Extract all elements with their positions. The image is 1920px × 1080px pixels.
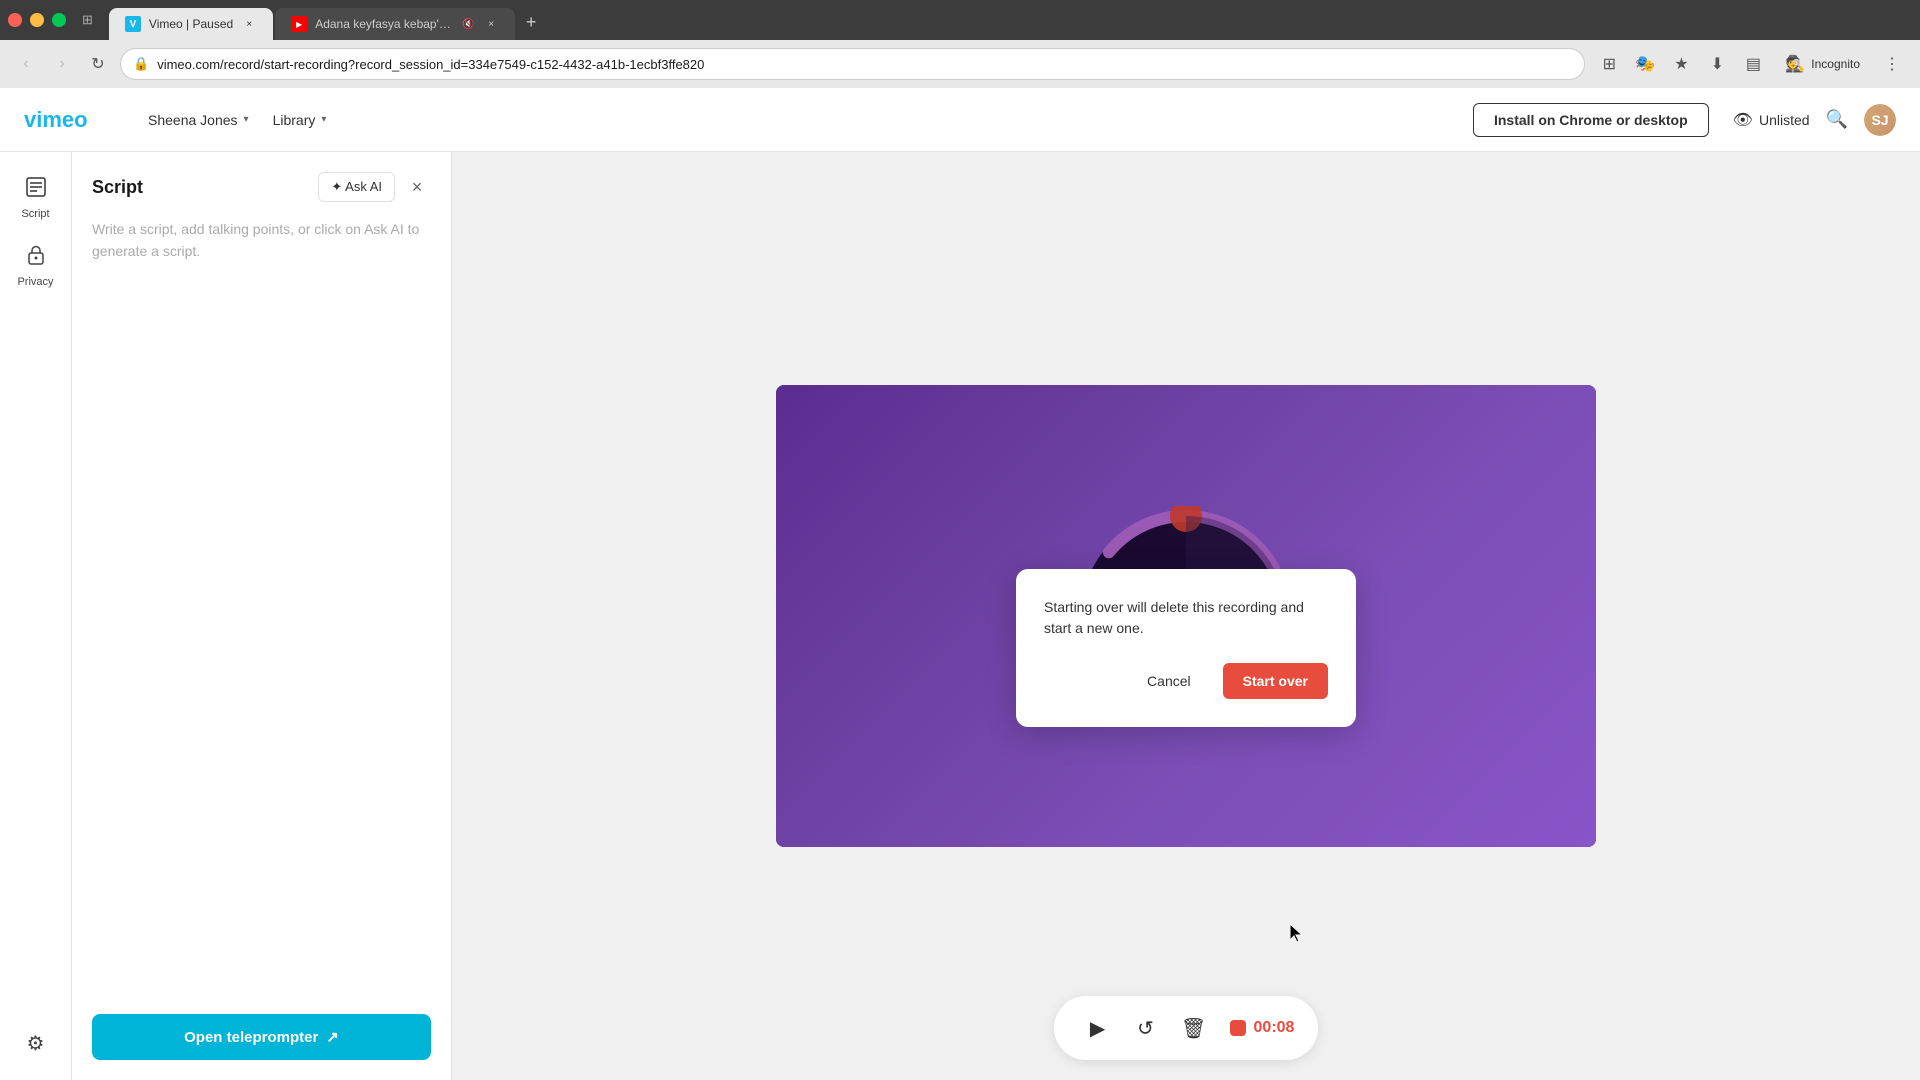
script-title: Script (92, 177, 143, 198)
recording-indicator: 00:08 (1230, 1019, 1295, 1037)
script-close-button[interactable]: × (403, 173, 431, 201)
unlisted-label: Unlisted (1759, 112, 1810, 128)
eye-off-icon: 👁 (1733, 110, 1753, 130)
user-nav-dropdown[interactable]: Sheena Jones ▾ (136, 104, 261, 136)
download-icon[interactable]: ⬇ (1701, 48, 1733, 80)
new-tab-button[interactable]: + (517, 8, 545, 36)
tab-vimeo-favicon: V (125, 16, 141, 32)
tab-adana-close[interactable]: × (483, 16, 499, 32)
forward-button[interactable]: › (48, 50, 76, 78)
script-icon (25, 176, 47, 204)
script-panel: Script ✦ Ask AI × Write a script, add ta… (72, 152, 452, 1080)
script-placeholder-text: Write a script, add talking points, or c… (92, 218, 431, 263)
library-nav-chevron-icon: ▾ (321, 114, 326, 125)
play-icon: ▶ (1090, 1016, 1105, 1041)
user-avatar[interactable]: SJ (1864, 104, 1896, 136)
app-header: vimeo Sheena Jones ▾ Library ▾ Install o… (0, 88, 1920, 152)
recording-dot (1230, 1020, 1246, 1036)
back-button[interactable]: ‹ (12, 50, 40, 78)
delete-button[interactable]: 🗑 (1174, 1008, 1214, 1048)
dialog-actions: Cancel Start over (1044, 663, 1328, 699)
tab-adana[interactable]: ▶ Adana keyfasya kebap'dan 🔇 × (275, 8, 515, 40)
user-name-label: Sheena Jones (148, 112, 238, 128)
sidebar-script-label: Script (21, 208, 49, 220)
url-text: vimeo.com/record/start-recording?record_… (157, 57, 1572, 72)
avatar-image: SJ (1864, 104, 1896, 136)
main-layout: Script Privacy ⚙ (0, 152, 1920, 1080)
vimeo-logo-svg: vimeo (24, 108, 104, 132)
recording-time: 00:08 (1254, 1019, 1295, 1037)
vimeo-logo: vimeo (24, 108, 104, 132)
settings-icon: ⚙ (27, 1031, 45, 1056)
replay-icon: ↺ (1137, 1016, 1154, 1041)
left-sidebar: Script Privacy ⚙ (0, 152, 72, 1080)
tab-vimeo-title: Vimeo | Paused (149, 17, 233, 31)
camouflage-icon[interactable]: 🎭 (1629, 48, 1661, 80)
teleprompter-button[interactable]: Open teleprompter ↗ (92, 1014, 431, 1060)
minimize-window-button[interactable] (30, 13, 44, 27)
replay-button[interactable]: ↺ (1126, 1008, 1166, 1048)
sidebar-item-privacy[interactable]: Privacy (6, 236, 66, 296)
menu-icon[interactable]: ⋮ (1876, 48, 1908, 80)
install-button[interactable]: Install on Chrome or desktop (1473, 103, 1709, 137)
window-controls (8, 13, 66, 27)
tab-adana-title: Adana keyfasya kebap'dan (315, 17, 453, 31)
dialog-message: Starting over will delete this recording… (1044, 597, 1328, 639)
sidebar-bottom: ⚙ (6, 1023, 66, 1064)
app-content: vimeo Sheena Jones ▾ Library ▾ Install o… (0, 88, 1920, 1080)
incognito-label: Incognito (1811, 57, 1860, 71)
incognito-indicator: 🕵 Incognito (1773, 50, 1872, 78)
close-window-button[interactable] (8, 13, 22, 27)
ask-ai-button[interactable]: ✦ Ask AI (318, 172, 395, 202)
maximize-window-button[interactable] (52, 13, 66, 27)
search-button[interactable]: 🔍 (1826, 109, 1848, 130)
video-container: Starting over will delete this recording… (776, 385, 1596, 846)
svg-text:vimeo: vimeo (24, 108, 88, 132)
browser-titlebar: ⊞ V Vimeo | Paused × ▶ Adana keyfasya ke… (0, 0, 1920, 40)
delete-icon: 🗑 (1181, 1016, 1206, 1041)
tab-adana-favicon: ▶ (291, 16, 307, 32)
privacy-icon (25, 244, 47, 272)
unlisted-button[interactable]: 👁 Unlisted (1733, 110, 1810, 130)
confirmation-dialog: Starting over will delete this recording… (1016, 569, 1356, 727)
script-header: Script ✦ Ask AI × (92, 172, 431, 202)
address-bar[interactable]: 🔒 vimeo.com/record/start-recording?recor… (120, 48, 1585, 80)
video-controls: ▶ ↺ 🗑 00:08 (1054, 996, 1319, 1060)
browser-frame: ⊞ V Vimeo | Paused × ▶ Adana keyfasya ke… (0, 0, 1920, 1080)
user-nav-chevron-icon: ▾ (244, 114, 249, 125)
teleprompter-label: Open teleprompter (184, 1029, 318, 1046)
header-right: 👁 Unlisted 🔍 SJ (1733, 104, 1896, 136)
tab-vimeo-close[interactable]: × (241, 16, 257, 32)
start-over-button[interactable]: Start over (1223, 663, 1328, 699)
play-button[interactable]: ▶ (1078, 1008, 1118, 1048)
extension-icon[interactable]: ▤ (1737, 48, 1769, 80)
toolbar-actions: ⊞ 🎭 ★ ⬇ ▤ 🕵 Incognito ⋮ (1593, 48, 1908, 80)
video-area: Starting over will delete this recording… (452, 152, 1920, 1080)
sidebar-settings[interactable]: ⚙ (6, 1023, 66, 1064)
tabs-bar: V Vimeo | Paused × ▶ Adana keyfasya keba… (109, 0, 545, 40)
cast-icon[interactable]: ⊞ (1593, 48, 1625, 80)
teleprompter-external-icon: ↗ (326, 1028, 339, 1046)
browser-toolbar: ‹ › ↻ 🔒 vimeo.com/record/start-recording… (0, 40, 1920, 88)
bookmark-icon[interactable]: ★ (1665, 48, 1697, 80)
script-actions: ✦ Ask AI × (318, 172, 431, 202)
sidebar-item-script[interactable]: Script (6, 168, 66, 228)
reload-button[interactable]: ↻ (84, 50, 112, 78)
sidebar-privacy-label: Privacy (17, 276, 53, 288)
tab-group-icon: ⊞ (82, 12, 93, 28)
tab-vimeo[interactable]: V Vimeo | Paused × (109, 8, 273, 40)
incognito-icon: 🕵 (1785, 54, 1805, 74)
lock-icon: 🔒 (133, 56, 149, 72)
tab-mute-icon[interactable]: 🔇 (461, 17, 475, 31)
cursor-indicator (1290, 924, 1306, 940)
cancel-button[interactable]: Cancel (1127, 663, 1211, 699)
library-nav-dropdown[interactable]: Library ▾ (261, 104, 339, 136)
library-label: Library (273, 112, 316, 128)
